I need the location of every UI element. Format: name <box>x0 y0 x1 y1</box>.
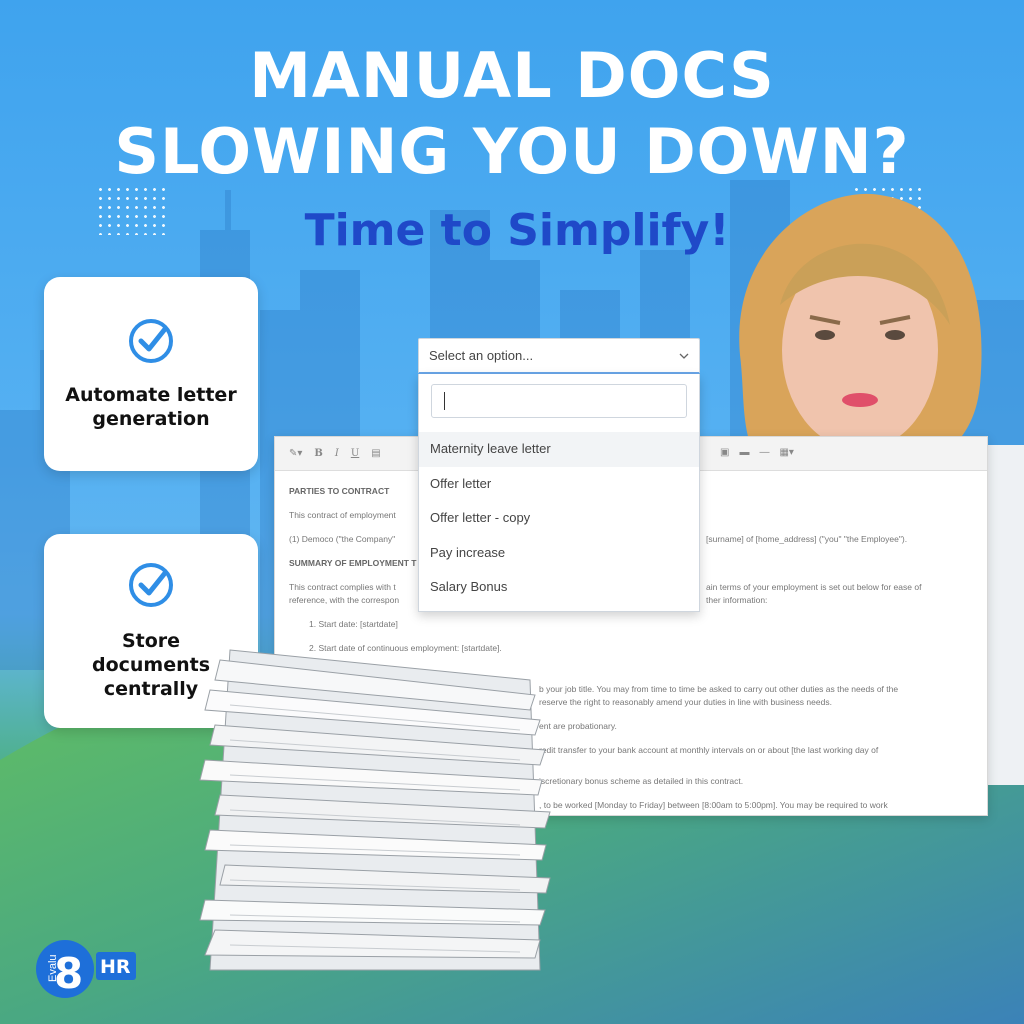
headline: MANUAL DOCS SLOWING YOU DOWN? <box>0 38 1024 190</box>
feature-label-line: generation <box>92 408 210 430</box>
select-option[interactable]: Maternity leave letter <box>419 432 699 467</box>
document-type-select[interactable]: Select an option... Maternity leave lett… <box>418 338 700 612</box>
doc-line: 1. Start date: [startdate] <box>309 619 398 629</box>
select-search-input[interactable] <box>431 384 687 418</box>
check-circle-icon <box>129 563 173 607</box>
svg-text:HR: HR <box>100 956 131 978</box>
bold-button[interactable]: B <box>314 448 322 459</box>
underline-button[interactable]: U <box>351 448 359 459</box>
select-placeholder: Select an option... <box>429 348 534 363</box>
italic-button[interactable]: I <box>335 448 339 459</box>
strikethrough-icon[interactable]: ▤ <box>371 448 380 459</box>
select-option[interactable]: Offer letter <box>419 467 699 502</box>
table-icon[interactable]: ▦▾ <box>779 447 793 458</box>
check-circle-icon <box>129 319 173 363</box>
select-trigger[interactable]: Select an option... <box>418 338 700 374</box>
headline-line-2: SLOWING YOU DOWN? <box>114 115 910 188</box>
headline-line-1: MANUAL DOCS <box>249 39 775 112</box>
select-options-panel: Maternity leave letter Offer letter Offe… <box>418 374 700 612</box>
paint-format-icon[interactable]: ✎▾ <box>289 448 302 459</box>
paper-stack-image <box>199 649 551 971</box>
evalu8hr-logo: Evalu 8 HR <box>34 938 144 1000</box>
svg-text:8: 8 <box>54 949 83 998</box>
select-option[interactable]: Offer letter - copy <box>419 501 699 536</box>
logo-mark: Evalu 8 HR <box>36 940 136 998</box>
feature-card-automate: Automate letter generation <box>44 277 258 471</box>
image-icon[interactable]: ▣ <box>720 447 729 458</box>
select-option[interactable]: Salary Bonus <box>419 570 699 605</box>
horizontal-line-icon[interactable]: — <box>759 447 769 458</box>
feature-label-line: Store <box>121 630 181 652</box>
text-cursor <box>444 392 445 410</box>
media-icon[interactable]: ▬ <box>739 447 749 458</box>
select-option[interactable]: Pay increase <box>419 536 699 571</box>
editor-toolbar-right: ▣ ▬ — ▦▾ <box>720 447 794 458</box>
feature-label-line: centrally <box>103 678 199 700</box>
feature-label-line: Automate letter <box>65 384 237 406</box>
chevron-down-icon <box>679 353 689 359</box>
